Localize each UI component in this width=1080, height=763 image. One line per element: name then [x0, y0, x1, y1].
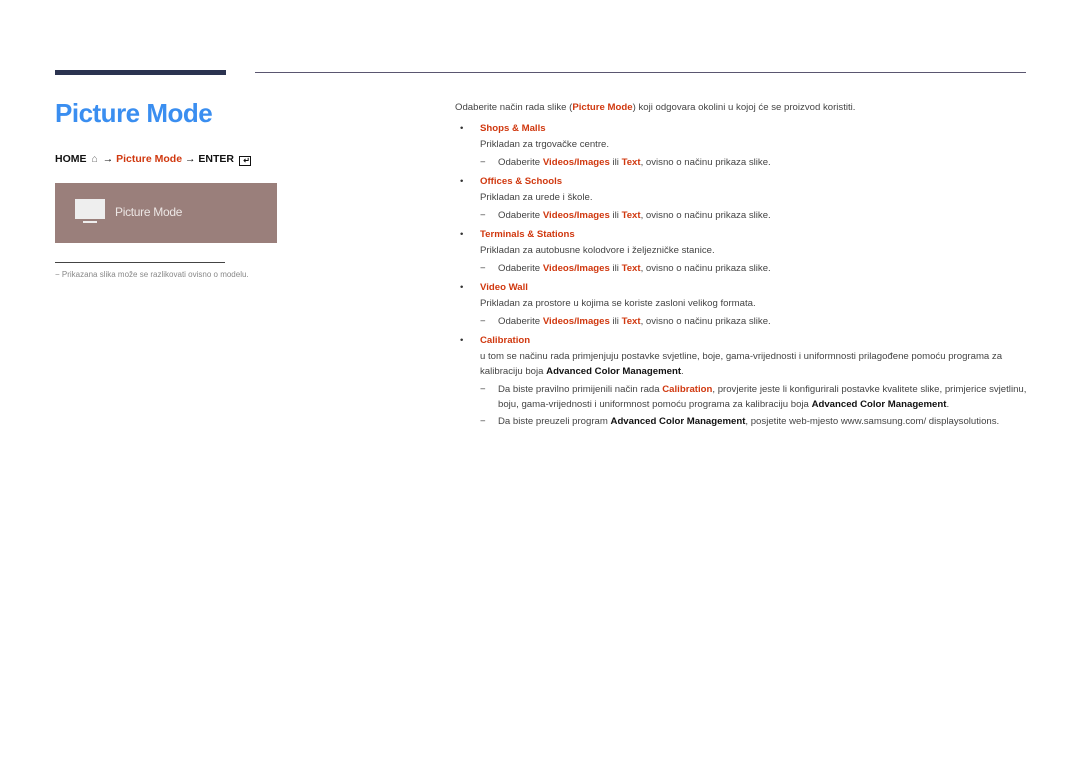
sub1-red: Calibration: [662, 384, 713, 395]
sub-mid: ili: [609, 316, 622, 327]
menu-path: HOME ⌂ → Picture Mode → ENTER ↵: [55, 153, 251, 166]
mode-title: Video Wall: [480, 282, 528, 293]
path-enter: ENTER: [198, 153, 234, 165]
mode-title: Terminals & Stations: [480, 229, 575, 240]
dash-icon: −: [480, 210, 486, 221]
calib-desc-bold: Advanced Color Management: [546, 366, 682, 377]
header-rule: [255, 72, 1026, 73]
calib-desc-after: .: [681, 366, 684, 377]
mode-sub-note: − Odaberite Videos/Images ili Text, ovisn…: [480, 261, 1045, 276]
sub-opt2: Text: [621, 263, 641, 274]
calib-sub-note: − Da biste preuzeli program Advanced Colo…: [480, 414, 1045, 429]
mode-sub-note: − Odaberite Videos/Images ili Text, ovisn…: [480, 208, 1045, 223]
sub-opt1: Videos/Images: [542, 263, 610, 274]
header-bar-thick: [55, 70, 226, 75]
intro-text: Odaberite način rada slike (Picture Mode…: [455, 100, 1045, 115]
dash-icon: −: [480, 263, 486, 274]
mode-desc: Prikladan za prostore u kojima se korist…: [480, 298, 756, 309]
bullet-icon: •: [460, 335, 464, 346]
mode-item-calibration: • Calibration u tom se načinu rada primj…: [455, 333, 1045, 429]
sub2-after: , posjetite web-mjesto www.samsung.com/ …: [745, 416, 1000, 427]
mode-desc: Prikladan za urede i škole.: [480, 192, 593, 203]
mode-title: Offices & Schools: [480, 176, 563, 187]
intro-before: Odaberite način rada slike (: [455, 102, 573, 113]
intro-highlight: Picture Mode: [572, 102, 633, 113]
sub-opt1: Videos/Images: [542, 316, 610, 327]
content: Odaberite način rada slike (Picture Mode…: [455, 100, 1045, 433]
path-home: HOME: [55, 153, 87, 165]
mode-item: • Shops & Malls Prikladan za trgovačke c…: [455, 121, 1045, 170]
mode-desc: Prikladan za trgovačke centre.: [480, 139, 610, 150]
mode-sub-note: − Odaberite Videos/Images ili Text, ovisn…: [480, 155, 1045, 170]
mode-item: • Video Wall Prikladan za prostore u koj…: [455, 280, 1045, 329]
sub-opt2: Text: [621, 316, 641, 327]
sub-after: , ovisno o načinu prikaza slike.: [640, 157, 771, 168]
calib-sub-note: − Da biste pravilno primijenili način rad…: [480, 382, 1045, 412]
monitor-stand-icon: [83, 221, 97, 223]
sub1-bold: Advanced Color Management: [811, 399, 947, 410]
bullet-icon: •: [460, 282, 464, 293]
sub-before: Odaberite: [498, 157, 543, 168]
sub-after: , ovisno o načinu prikaza slike.: [640, 210, 771, 221]
enter-icon: ↵: [238, 156, 251, 166]
home-icon: ⌂: [91, 153, 98, 165]
sub-after: , ovisno o načinu prikaza slike.: [640, 263, 771, 274]
path-picture-mode: Picture Mode: [116, 153, 183, 165]
mode-desc: u tom se načinu rada primjenjuju postavk…: [480, 349, 1045, 379]
sub-mid: ili: [609, 157, 622, 168]
sub-after: , ovisno o načinu prikaza slike.: [640, 316, 771, 327]
mode-item: • Terminals & Stations Prikladan za auto…: [455, 227, 1045, 276]
sub-opt2: Text: [621, 157, 641, 168]
dash-icon: −: [55, 270, 60, 279]
sub-before: Odaberite: [498, 316, 543, 327]
footnote-text: Prikazana slika može se razlikovati ovis…: [61, 270, 249, 279]
dash-icon: −: [480, 316, 486, 327]
preview-label: Picture Mode: [115, 205, 183, 219]
sub2-bold: Advanced Color Management: [610, 416, 746, 427]
dash-icon: −: [480, 416, 486, 427]
mode-title: Calibration: [480, 335, 531, 346]
intro-after: ) koji odgovara okolini u kojoj će se pr…: [632, 102, 856, 113]
sub-opt1: Videos/Images: [542, 210, 610, 221]
footnote: − Prikazana slika može se razlikovati ov…: [55, 270, 249, 279]
sub-mid: ili: [609, 210, 622, 221]
sub-opt2: Text: [621, 210, 641, 221]
sub-mid: ili: [609, 263, 622, 274]
note-divider: [55, 262, 225, 263]
path-arrow: →: [102, 153, 114, 165]
dash-icon: −: [480, 384, 486, 395]
mode-item: • Offices & Schools Prikladan za urede i…: [455, 174, 1045, 223]
sub1-after: .: [946, 399, 950, 410]
bullet-icon: •: [460, 123, 464, 134]
sub-before: Odaberite: [498, 210, 543, 221]
picture-mode-preview: Picture Mode: [55, 183, 277, 243]
page-title: Picture Mode: [55, 98, 213, 128]
bullet-icon: •: [460, 176, 464, 187]
sub1-before: Da biste pravilno primijenili način rada: [498, 384, 663, 395]
mode-sub-note: − Odaberite Videos/Images ili Text, ovisn…: [480, 314, 1045, 329]
mode-title: Shops & Malls: [480, 123, 546, 134]
bullet-icon: •: [460, 229, 464, 240]
dash-icon: −: [480, 157, 486, 168]
sub-opt1: Videos/Images: [542, 157, 610, 168]
sub-before: Odaberite: [498, 263, 543, 274]
mode-desc: Prikladan za autobusne kolodvore i želje…: [480, 245, 715, 256]
path-arrow: →: [184, 153, 196, 165]
monitor-icon: [75, 199, 105, 219]
sub2-before: Da biste preuzeli program: [498, 416, 611, 427]
